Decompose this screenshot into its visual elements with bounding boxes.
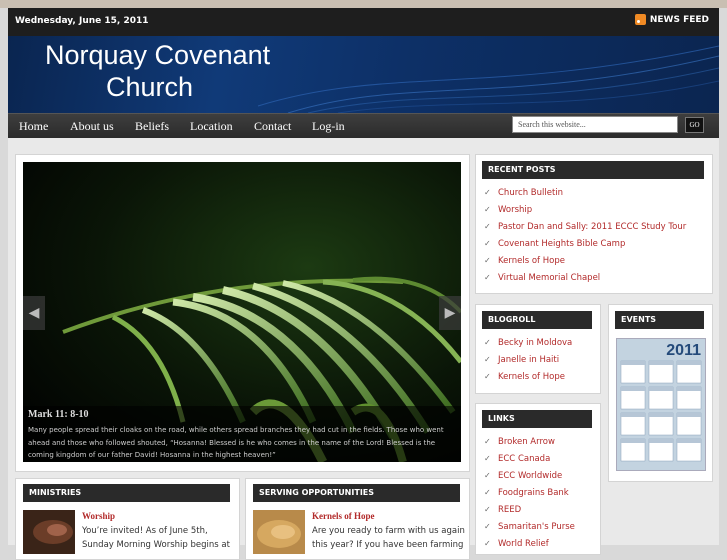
slider-prev-button[interactable]: ◀ bbox=[23, 296, 45, 330]
search-go-button[interactable]: GO bbox=[685, 117, 704, 133]
link-label: Foodgrains Bank bbox=[498, 488, 569, 498]
recent-post-label: Virtual Memorial Chapel bbox=[498, 273, 601, 283]
blogroll-item[interactable]: ✓ Becky in Moldova bbox=[484, 338, 572, 348]
link-item[interactable]: ✓ Samaritan's Purse bbox=[484, 522, 575, 532]
recent-post-item[interactable]: ✓ Church Bulletin bbox=[484, 188, 563, 198]
worship-thumbnail[interactable] bbox=[23, 510, 75, 554]
ministry-item-title[interactable]: Worship bbox=[82, 511, 115, 521]
nav-home[interactable]: Home bbox=[19, 119, 48, 134]
site-title-line2[interactable]: Church bbox=[106, 72, 193, 103]
chevron-left-icon: ◀ bbox=[28, 305, 40, 321]
slider-next-button[interactable]: ▶ bbox=[439, 296, 461, 330]
blogroll-label: Kernels of Hope bbox=[498, 372, 565, 382]
nav-location[interactable]: Location bbox=[190, 119, 233, 134]
events-heading: EVENTS bbox=[615, 311, 704, 329]
nav-beliefs[interactable]: Beliefs bbox=[135, 119, 169, 134]
recent-post-label: Kernels of Hope bbox=[498, 256, 565, 266]
checkmark-icon: ✓ bbox=[484, 222, 491, 231]
checkmark-icon: ✓ bbox=[484, 372, 491, 381]
recent-post-label: Church Bulletin bbox=[498, 188, 564, 198]
checkmark-icon: ✓ bbox=[484, 273, 491, 282]
link-label: Samaritan's Purse bbox=[498, 522, 575, 532]
recent-posts-heading: RECENT POSTS bbox=[482, 161, 704, 179]
serving-item-title[interactable]: Kernels of Hope bbox=[312, 511, 375, 521]
link-label: ECC Worldwide bbox=[498, 471, 563, 481]
blogroll-item[interactable]: ✓ Kernels of Hope bbox=[484, 372, 565, 382]
site-title-line1[interactable]: Norquay Covenant bbox=[45, 40, 270, 71]
kernels-thumbnail[interactable] bbox=[253, 510, 305, 554]
caption-reference: Mark 11: 8-10 bbox=[28, 409, 89, 420]
recent-post-label: Pastor Dan and Sally: 2011 ECCC Study To… bbox=[498, 222, 687, 232]
recent-post-item[interactable]: ✓ Pastor Dan and Sally: 2011 ECCC Study T… bbox=[484, 222, 686, 232]
link-label: ECC Canada bbox=[498, 454, 551, 464]
recent-post-label: Covenant Heights Bible Camp bbox=[498, 239, 626, 249]
recent-post-item[interactable]: ✓ Worship bbox=[484, 205, 532, 215]
checkmark-icon: ✓ bbox=[484, 505, 491, 514]
links-heading: LINKS bbox=[482, 410, 592, 428]
caption-text: Many people spread their cloaks on the r… bbox=[28, 426, 444, 459]
checkmark-icon: ✓ bbox=[484, 205, 491, 214]
link-label: REED bbox=[498, 505, 522, 515]
calendar-image[interactable]: 2011 bbox=[616, 338, 706, 471]
link-item[interactable]: ✓ ECC Canada bbox=[484, 454, 550, 464]
ministries-heading: MINISTRIES bbox=[23, 484, 230, 502]
checkmark-icon: ✓ bbox=[484, 539, 491, 548]
checkmark-icon: ✓ bbox=[484, 522, 491, 531]
recent-post-item[interactable]: ✓ Covenant Heights Bible Camp bbox=[484, 239, 625, 249]
link-label: Broken Arrow bbox=[498, 437, 555, 447]
page-wrapper: Wednesday, June 15, 2011 NEWS FEED Norqu… bbox=[8, 8, 719, 560]
link-item[interactable]: ✓ ECC Worldwide bbox=[484, 471, 562, 481]
blogroll-heading: BLOGROLL bbox=[482, 311, 592, 329]
main-nav: Home About us Beliefs Location Contact L… bbox=[8, 113, 719, 138]
nav-about-us[interactable]: About us bbox=[70, 119, 114, 134]
link-item[interactable]: ✓ REED bbox=[484, 505, 521, 515]
blogroll-item[interactable]: ✓ Janelle in Haiti bbox=[484, 355, 559, 365]
calendar-grid-graphic: 2011 bbox=[617, 339, 705, 470]
featured-slider[interactable]: ◀ ▶ Mark 11: 8-10 Many people spread the… bbox=[23, 162, 461, 462]
checkmark-icon: ✓ bbox=[484, 355, 491, 364]
current-date: Wednesday, June 15, 2011 bbox=[15, 16, 149, 26]
slider-caption: Mark 11: 8-10 Many people spread their c… bbox=[23, 406, 461, 462]
checkmark-icon: ✓ bbox=[484, 256, 491, 265]
rss-icon bbox=[634, 14, 646, 25]
chevron-right-icon: ▶ bbox=[444, 305, 456, 321]
serving-item-text-1: Are you ready to farm with us again bbox=[312, 526, 465, 536]
search-input[interactable]: Search this website... bbox=[512, 116, 678, 133]
link-item[interactable]: ✓ World Relief bbox=[484, 539, 549, 549]
checkmark-icon: ✓ bbox=[484, 471, 491, 480]
news-feed-label: NEWS FEED bbox=[649, 14, 709, 25]
link-label: World Relief bbox=[498, 539, 549, 549]
checkmark-icon: ✓ bbox=[484, 188, 491, 197]
checkmark-icon: ✓ bbox=[484, 338, 491, 347]
nav-log-in[interactable]: Log-in bbox=[312, 119, 345, 134]
checkmark-icon: ✓ bbox=[484, 437, 491, 446]
ministry-item-text-1: You’re invited! As of June 5th, bbox=[82, 526, 208, 536]
link-item[interactable]: ✓ Broken Arrow bbox=[484, 437, 555, 447]
top-strip bbox=[0, 0, 727, 8]
date-bar: Wednesday, June 15, 2011 NEWS FEED bbox=[8, 8, 719, 36]
news-feed-link[interactable]: NEWS FEED bbox=[634, 14, 709, 25]
recent-post-item[interactable]: ✓ Virtual Memorial Chapel bbox=[484, 273, 600, 283]
content-area: ◀ ▶ Mark 11: 8-10 Many people spread the… bbox=[8, 138, 719, 560]
ministry-item-text-2: Sunday Morning Worship begins at bbox=[82, 540, 230, 550]
serving-heading: SERVING OPPORTUNITIES bbox=[253, 484, 460, 502]
checkmark-icon: ✓ bbox=[484, 454, 491, 463]
nav-contact[interactable]: Contact bbox=[254, 119, 291, 134]
blogroll-label: Becky in Moldova bbox=[498, 338, 573, 348]
recent-post-label: Worship bbox=[498, 205, 533, 215]
blogroll-label: Janelle in Haiti bbox=[498, 355, 560, 365]
site-header: Norquay Covenant Church bbox=[8, 36, 719, 113]
link-item[interactable]: ✓ Foodgrains Bank bbox=[484, 488, 569, 498]
serving-item-text-2: this year? If you have been farming bbox=[312, 540, 464, 550]
checkmark-icon: ✓ bbox=[484, 239, 491, 248]
calendar-year: 2011 bbox=[666, 342, 701, 359]
checkmark-icon: ✓ bbox=[484, 488, 491, 497]
recent-post-item[interactable]: ✓ Kernels of Hope bbox=[484, 256, 565, 266]
